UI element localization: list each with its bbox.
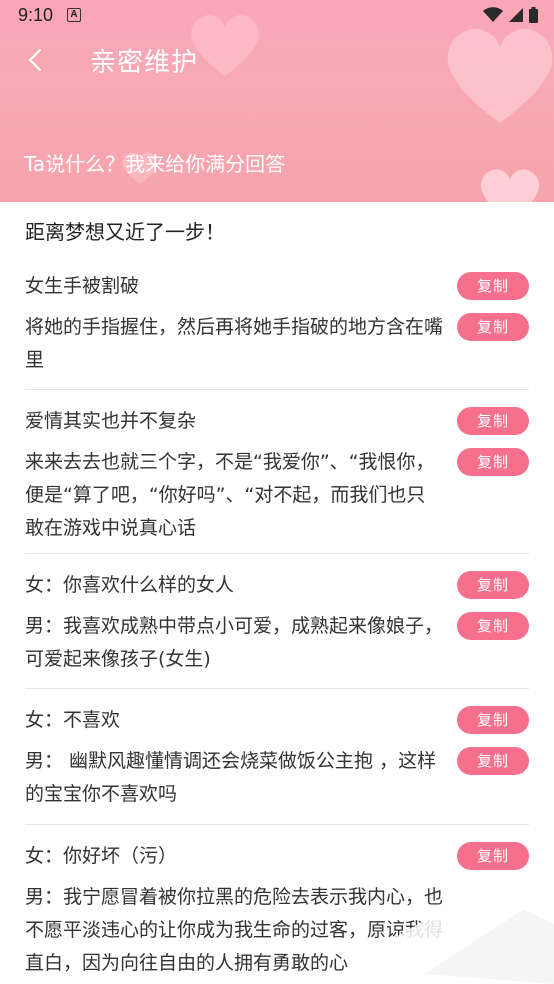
divider — [25, 688, 529, 689]
list-item: 男：我喜欢成熟中带点小可爱，成熟起来像娘子，可爱起来像孩子(女生) 复制 — [25, 610, 529, 676]
signal-icon — [509, 8, 523, 22]
list-item: 将她的手指握住，然后再将她手指破的地方含在嘴里 复制 — [25, 311, 529, 377]
copy-button[interactable]: 复制 — [457, 272, 529, 300]
dialogue-group: 女：你好坏（污） 复制 男：我宁愿冒着被你拉黑的危险去表示我内心，也不愿平淡违心… — [25, 840, 529, 980]
copy-button[interactable]: 复制 — [457, 571, 529, 599]
list-item: 女：你喜欢什么样的女人 复制 — [25, 569, 529, 602]
question-text: 女：不喜欢 — [25, 709, 121, 731]
copy-button[interactable]: 复制 — [457, 313, 529, 341]
copy-button[interactable]: 复制 — [457, 747, 529, 775]
dialogue-group: 女：你喜欢什么样的女人 复制 男：我喜欢成熟中带点小可爱，成熟起来像娘子，可爱起… — [25, 569, 529, 676]
divider — [25, 389, 529, 390]
answer-text: 男：我宁愿冒着被你拉黑的危险去表示我内心，也不愿平淡违心的让你成为我生命的过客，… — [25, 886, 444, 974]
notification-icon: A — [67, 8, 82, 22]
status-icons — [483, 7, 538, 23]
list-item: 爱情其实也并不复杂 复制 — [25, 405, 529, 438]
nav-bar: 亲密维护 — [0, 38, 554, 82]
battery-icon — [529, 7, 538, 23]
dialogue-group: 爱情其实也并不复杂 复制 来来去去也就三个字，不是“我爱你”、“我恨你，便是“算… — [25, 405, 529, 545]
intro-text: 距离梦想又近了一步！ — [25, 220, 225, 244]
header-subtitle: Ta说什么？我来给你满分回答 — [24, 152, 286, 176]
content-area: 距离梦想又近了一步！ 女生手被割破 复制 将她的手指握住，然后再将她手指破的地方… — [0, 202, 554, 984]
status-time: 9:10 — [18, 4, 54, 25]
divider — [25, 824, 529, 825]
answer-text: 来来去去也就三个字，不是“我爱你”、“我恨你，便是“算了吧，“你好吗”、“对不起… — [25, 451, 435, 539]
header-banner: 9:10 A 亲密维护 Ta说什么？我来给你满分回答 — [0, 0, 554, 202]
list-item: 男： 幽默风趣懂情调还会烧菜做饭公主抱 ，这样的宝宝你不喜欢吗 复制 — [25, 745, 529, 811]
dialogue-group: 女：不喜欢 复制 男： 幽默风趣懂情调还会烧菜做饭公主抱 ，这样的宝宝你不喜欢吗… — [25, 704, 529, 811]
copy-button[interactable]: 复制 — [457, 448, 529, 476]
question-text: 女生手被割破 — [25, 275, 140, 297]
list-item: 女生手被割破 复制 — [25, 270, 529, 303]
dialogue-group: 女生手被割破 复制 将她的手指握住，然后再将她手指破的地方含在嘴里 复制 — [25, 270, 529, 377]
heart-decoration-icon — [480, 169, 540, 202]
divider — [25, 553, 529, 554]
back-arrow-icon[interactable] — [24, 46, 50, 74]
status-bar: 9:10 A — [0, 0, 554, 30]
question-text: 女：你好坏（污） — [25, 845, 178, 867]
copy-button[interactable]: 复制 — [457, 612, 529, 640]
list-item: 女：不喜欢 复制 — [25, 704, 529, 737]
list-item: 来来去去也就三个字，不是“我爱你”、“我恨你，便是“算了吧，“你好吗”、“对不起… — [25, 446, 529, 545]
list-item: 女：你好坏（污） 复制 — [25, 840, 529, 873]
list-item: 男：我宁愿冒着被你拉黑的危险去表示我内心，也不愿平淡违心的让你成为我生命的过客，… — [25, 881, 529, 980]
question-text: 爱情其实也并不复杂 — [25, 410, 197, 432]
question-text: 女：你喜欢什么样的女人 — [25, 574, 235, 596]
copy-button[interactable]: 复制 — [457, 706, 529, 734]
answer-text: 男： 幽默风趣懂情调还会烧菜做饭公主抱 ，这样的宝宝你不喜欢吗 — [25, 750, 437, 805]
copy-button[interactable]: 复制 — [457, 842, 529, 870]
answer-text: 男：我喜欢成熟中带点小可爱，成熟起来像娘子，可爱起来像孩子(女生) — [25, 615, 444, 670]
answer-text: 将她的手指握住，然后再将她手指破的地方含在嘴里 — [25, 316, 444, 371]
copy-button[interactable]: 复制 — [457, 407, 529, 435]
wifi-icon — [483, 7, 503, 22]
page-title: 亲密维护 — [90, 48, 199, 78]
